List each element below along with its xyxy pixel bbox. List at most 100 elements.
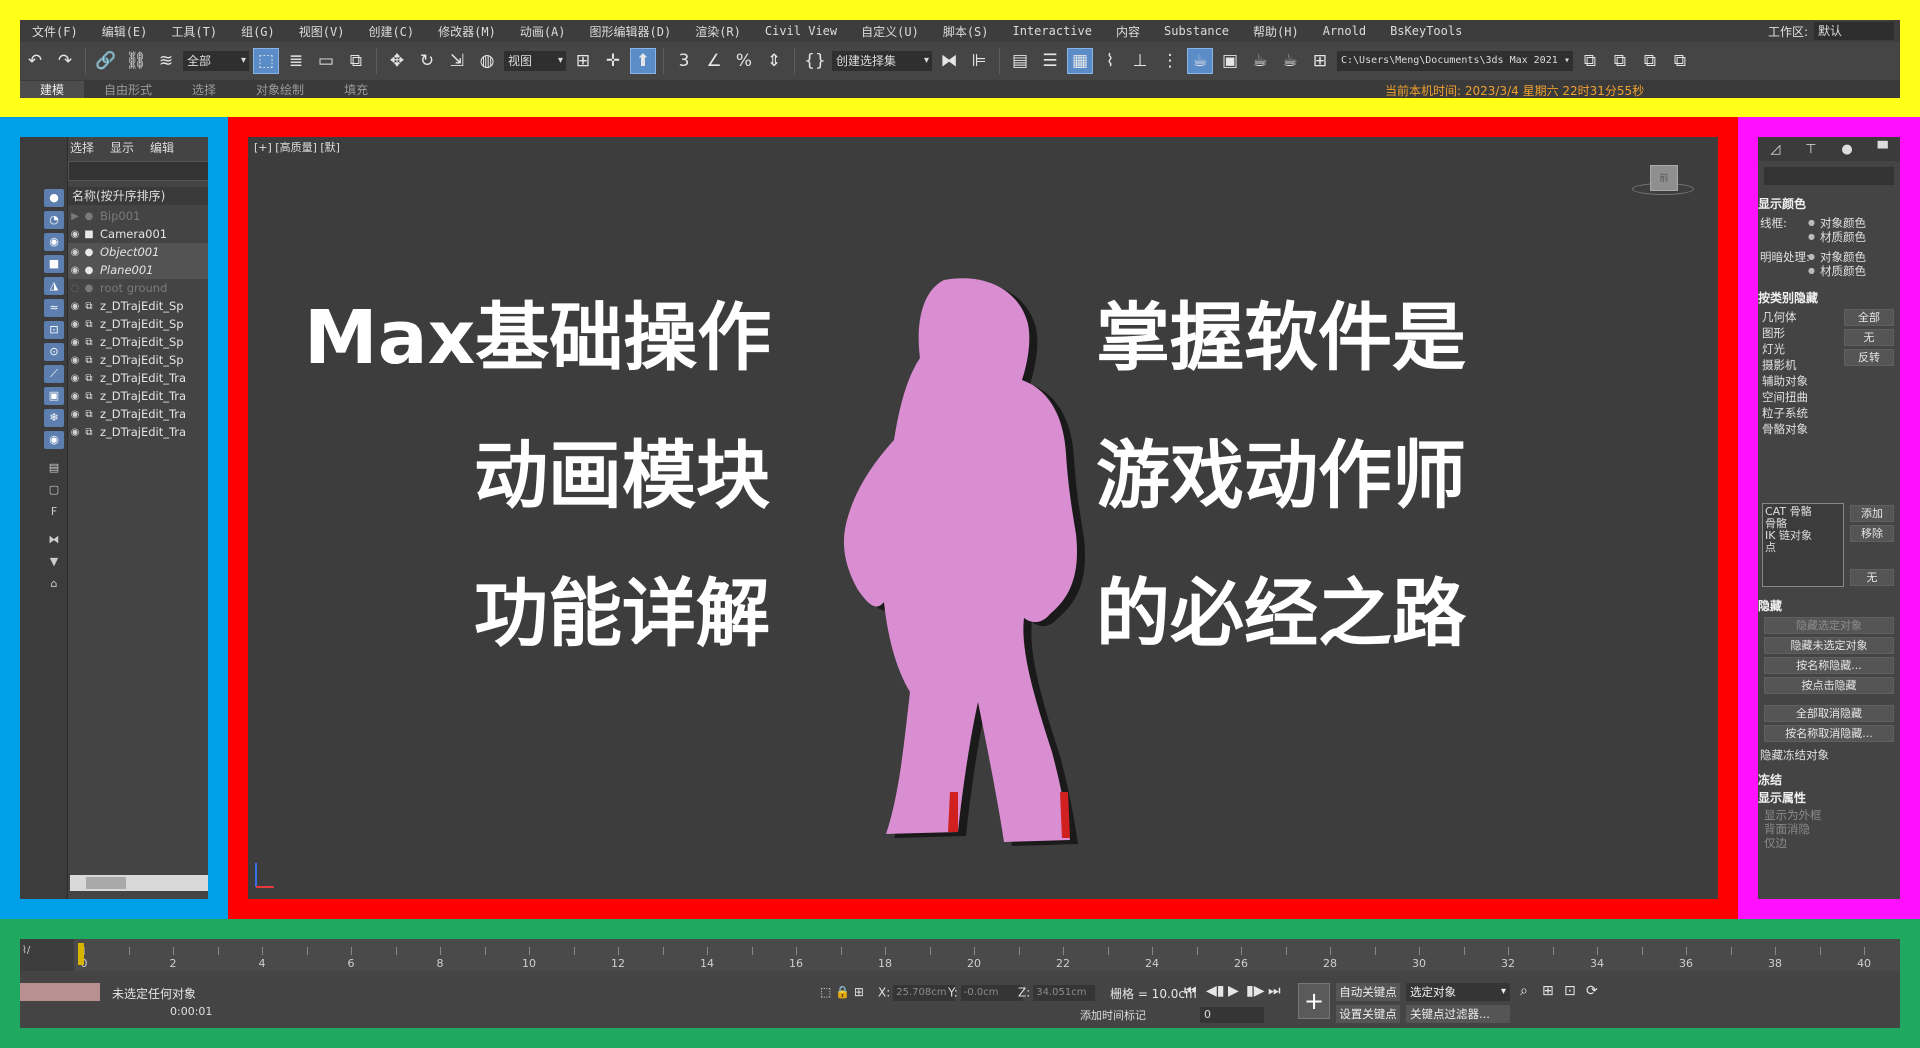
menu-item[interactable]: Substance [1152, 24, 1241, 38]
category-checkbox[interactable]: 粒子系统 [1762, 405, 1808, 421]
spinner-snap-icon[interactable]: ⇕ [761, 48, 787, 74]
edges-only-checkbox[interactable]: 仅边 [1764, 835, 1787, 851]
visibility-eye-icon[interactable]: ◉ [68, 247, 82, 258]
visibility-eye-icon[interactable]: ◌ [68, 283, 82, 294]
y-coordinate[interactable]: Y: -0.0cm [948, 985, 1023, 1001]
shaded-material-color-radio[interactable]: 材质颜色 [1808, 263, 1866, 279]
display-none-icon[interactable]: ▢ [44, 481, 64, 499]
set-key-plus-icon[interactable]: + [1298, 983, 1330, 1019]
workspace-value[interactable]: 默认 [1814, 22, 1894, 40]
project-settings-icon[interactable]: ⧉ [1637, 48, 1663, 74]
visibility-eye-icon[interactable]: ◉ [68, 337, 82, 348]
wire-material-color-radio[interactable]: 材质颜色 [1808, 229, 1866, 245]
visibility-eye-icon[interactable]: ◉ [68, 391, 82, 402]
zoom-icon[interactable]: ⌕ [1520, 983, 1528, 999]
material-editor-icon[interactable]: ⋮ [1157, 48, 1183, 74]
viewcube[interactable]: 前 [1632, 163, 1694, 199]
unlink-icon[interactable]: ⛓ [123, 48, 149, 74]
unhide-by-name-button[interactable]: 按名称取消隐藏... [1764, 725, 1894, 742]
spacewarp-filter-icon[interactable]: ≈ [44, 299, 64, 317]
modify-tab-icon[interactable]: ◿ [1770, 142, 1780, 157]
go-to-start-icon[interactable]: ⏮ [1184, 983, 1197, 999]
selection-filter-dropdown[interactable]: 全部 [183, 51, 249, 71]
helper-filter-icon[interactable]: ◮ [44, 277, 64, 295]
select-by-name-icon[interactable]: ≣ [283, 48, 309, 74]
category-checkbox[interactable]: 几何体 [1762, 309, 1797, 325]
ribbon-tab[interactable]: 自由形式 [84, 81, 172, 98]
sync-selection-icon[interactable]: ⧓ [44, 531, 64, 549]
maxscript-listener-mini[interactable] [20, 983, 100, 1001]
hide-selected-button[interactable]: 隐藏选定对象 [1764, 617, 1894, 634]
ribbon-tab[interactable]: 选择 [172, 81, 236, 98]
visibility-eye-icon[interactable]: ◉ [68, 355, 82, 366]
menu-item[interactable]: 动画(A) [508, 23, 578, 40]
explorer-object-row[interactable]: ◉ ⧉ z_DTrajEdit_Sp [68, 297, 208, 315]
explorer-object-row[interactable]: ◉ ⧉ z_DTrajEdit_Sp [68, 315, 208, 333]
z-coord-value[interactable]: 34.051cm [1033, 985, 1096, 1001]
go-to-end-icon[interactable]: ⏭ [1268, 983, 1281, 999]
current-frame-spinner[interactable]: 0 [1200, 1007, 1264, 1023]
rect-select-region-icon[interactable]: ▭ [313, 48, 339, 74]
zoom-extents-icon[interactable]: ⊡ [1564, 983, 1576, 999]
listbox-item[interactable]: 点 [1765, 542, 1841, 554]
explorer-column-header[interactable]: 名称(按升序排序) [68, 187, 208, 205]
explorer-object-row[interactable]: ◉ ● Plane001 [68, 261, 208, 279]
hide-frozen-checkbox[interactable]: 隐藏冻结对象 [1760, 747, 1829, 763]
perspective-viewport[interactable]: [+] [高质量] [默] 前 Max基础操作 动画模块 功能详解 掌握软件是 … [248, 137, 1718, 899]
orbit-icon[interactable]: ⟳ [1586, 983, 1598, 999]
menu-item[interactable]: 脚本(S) [931, 23, 1001, 40]
y-coord-value[interactable]: -0.0cm [960, 985, 1023, 1001]
menu-item[interactable]: 文件(F) [20, 23, 90, 40]
explorer-object-row[interactable]: ◉ ⧉ z_DTrajEdit_Sp [68, 333, 208, 351]
visibility-eye-icon[interactable]: ◉ [68, 319, 82, 330]
menu-item[interactable]: 内容 [1104, 23, 1152, 40]
hide-by-name-button[interactable]: 按名称隐藏... [1764, 657, 1894, 674]
listbox-item[interactable]: IK 链对象 [1765, 530, 1841, 542]
move-icon[interactable]: ✥ [384, 48, 410, 74]
menu-item[interactable]: 工具(T) [159, 23, 229, 40]
light-filter-icon[interactable]: ◉ [44, 233, 64, 251]
mirror-icon[interactable]: ⧓ [936, 48, 962, 74]
menu-item[interactable]: Arnold [1311, 24, 1378, 38]
scrollbar-thumb[interactable] [86, 877, 126, 889]
previous-frame-icon[interactable]: ◀▮ [1206, 983, 1224, 999]
category-all-button[interactable]: 全部 [1844, 309, 1894, 326]
next-frame-icon[interactable]: ▮▶ [1246, 983, 1264, 999]
menu-item[interactable]: 帮助(H) [1241, 23, 1311, 40]
angle-snap-icon[interactable]: ∠ [701, 48, 727, 74]
menu-item[interactable]: 自定义(U) [849, 23, 931, 40]
percent-snap-icon[interactable]: % [731, 48, 757, 74]
unhide-all-button[interactable]: 全部取消隐藏 [1764, 705, 1894, 722]
menu-item[interactable]: 图形编辑器(D) [578, 23, 684, 40]
category-none-button[interactable]: 无 [1844, 329, 1894, 346]
viewport-label-menu[interactable]: [+] [高质量] [默] [254, 139, 340, 155]
visibility-eye-icon[interactable]: ◉ [68, 265, 82, 276]
mini-curve-editor-toggle[interactable]: ⌇/ [20, 939, 74, 971]
time-slider-handle[interactable] [78, 943, 84, 965]
layer-explorer-icon[interactable]: ☰ [1037, 48, 1063, 74]
explorer-object-row[interactable]: ◉ ⧉ z_DTrajEdit_Sp [68, 351, 208, 369]
bind-spacewarp-icon[interactable]: ≋ [153, 48, 179, 74]
project-extra-icon[interactable]: ⧉ [1667, 48, 1693, 74]
category-checkbox[interactable]: 辅助对象 [1762, 373, 1808, 389]
reference-coord-dropdown[interactable]: 视图 [504, 51, 566, 71]
category-checkbox[interactable]: 骨骼对象 [1762, 421, 1808, 437]
curve-editor-icon[interactable]: ⌇ [1097, 48, 1123, 74]
add-time-tag[interactable]: 添加时间标记 [1080, 1007, 1146, 1023]
workspace-selector[interactable]: 工作区: 默认 [1768, 20, 1894, 42]
menu-item[interactable]: 创建(C) [356, 23, 426, 40]
explorer-tab-select[interactable]: 选择 [70, 139, 94, 156]
keyboard-shortcut-override-icon[interactable]: ⬆ [630, 48, 656, 74]
menu-item[interactable]: 修改器(M) [426, 23, 508, 40]
pivot-center-icon[interactable]: ⊞ [570, 48, 596, 74]
ribbon-tab[interactable]: 建模 [20, 80, 85, 98]
frozen-filter-icon[interactable]: ❄ [44, 409, 64, 427]
z-coordinate[interactable]: Z: 34.051cm [1018, 985, 1096, 1001]
key-filters-button[interactable]: 关键点过滤器... [1406, 1005, 1510, 1023]
list-add-button[interactable]: 添加 [1850, 505, 1894, 522]
auto-key-button[interactable]: 自动关键点 [1336, 983, 1400, 1001]
explorer-horizontal-scrollbar[interactable] [70, 875, 208, 891]
explorer-object-row[interactable]: ◌ ● root ground [68, 279, 208, 297]
time-slider[interactable]: ⌇/ 0 2 4 6 8 10 12 14 16 18 20 22 24 26 28 30 32 34 36 38 40 [20, 939, 1900, 971]
hidden-filter-icon[interactable]: ◉ [44, 431, 64, 449]
